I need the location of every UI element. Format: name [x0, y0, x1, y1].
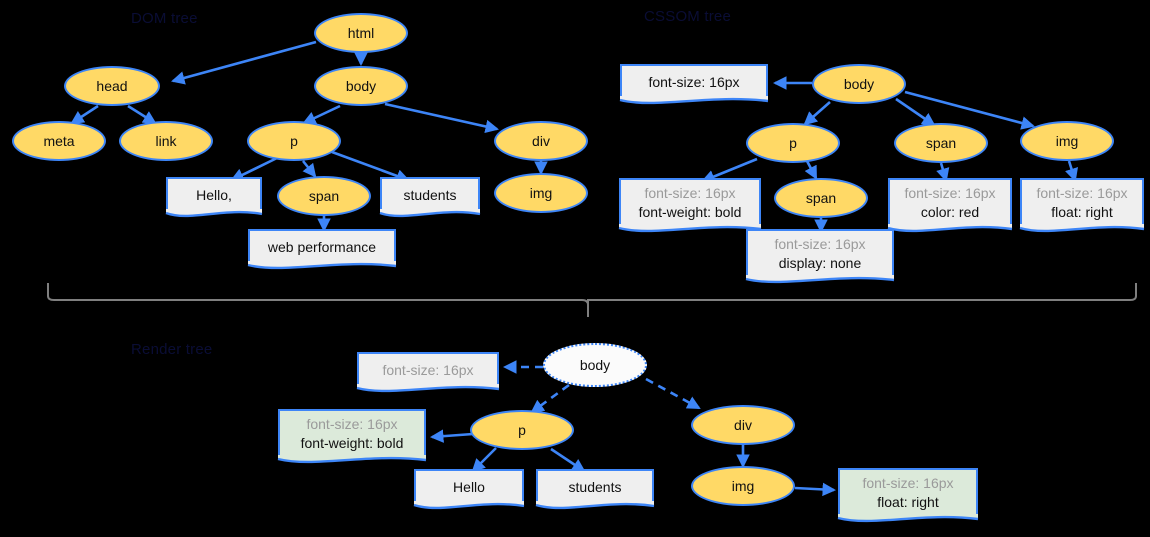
- render-text-students: students: [536, 469, 654, 503]
- dom-text-web-performance: web performance: [248, 229, 396, 263]
- cssom-node-body[interactable]: body: [812, 64, 906, 104]
- wave-edge: [278, 455, 426, 470]
- edge-rp-hello: [471, 447, 497, 473]
- render-node-body[interactable]: body: [543, 343, 647, 387]
- cssom-rule-body-line-1: font-size: 16px: [648, 73, 740, 90]
- section-title-render: Render tree: [131, 341, 213, 358]
- edge-head-link: [127, 104, 157, 125]
- cssom-node-img[interactable]: img: [1020, 121, 1114, 161]
- wave-edge: [838, 514, 978, 529]
- wave-edge: [380, 209, 480, 224]
- edge-body-p: [302, 104, 341, 125]
- dom-text-hello-label: Hello,: [196, 187, 232, 203]
- cssom-rule-span: font-size: 16px color: red: [888, 178, 1012, 226]
- wave-edge: [746, 275, 894, 290]
- render-rule-p-line-1: font-size: 16px: [306, 416, 398, 433]
- dom-node-div[interactable]: div: [494, 121, 588, 161]
- dom-node-body[interactable]: body: [314, 66, 408, 106]
- grouping-bracket: [47, 283, 1137, 317]
- wave-edge: [414, 501, 524, 516]
- cssom-node-p[interactable]: p: [746, 123, 840, 163]
- dom-node-head[interactable]: head: [64, 66, 160, 106]
- dom-text-hello: Hello,: [166, 177, 262, 211]
- dom-node-img[interactable]: img: [494, 173, 588, 213]
- edge-rp-students: [550, 447, 586, 473]
- render-rule-body: font-size: 16px: [357, 352, 499, 386]
- render-rule-img-line-2: float: right: [877, 494, 939, 510]
- edge-body-div: [384, 102, 499, 134]
- render-node-div[interactable]: div: [691, 405, 795, 445]
- edge-cbody-img: [904, 90, 1035, 130]
- edge-p-students: [331, 150, 410, 183]
- dom-node-link[interactable]: link: [119, 121, 213, 161]
- wave-edge: [1020, 224, 1144, 239]
- cssom-rule-span-inner-line-1: font-size: 16px: [774, 236, 866, 253]
- edge-rimg-rule: [794, 482, 837, 497]
- edge-layer: [47, 40, 1137, 497]
- render-text-hello: Hello: [414, 469, 524, 503]
- cssom-rule-img-line-1: font-size: 16px: [1036, 185, 1128, 202]
- edge-rbody-div-dashed: [645, 377, 701, 410]
- cssom-rule-span-inner-line-2: display: none: [778, 255, 862, 271]
- cssom-rule-span-line-2: color: red: [920, 204, 980, 220]
- cssom-node-span-inner[interactable]: span: [774, 178, 868, 218]
- render-rule-body-line-1: font-size: 16px: [382, 361, 474, 378]
- cssom-rule-span-line-1: font-size: 16px: [904, 185, 996, 202]
- render-node-img[interactable]: img: [691, 466, 795, 506]
- cssom-rule-p: font-size: 16px font-weight: bold: [619, 178, 761, 226]
- dom-node-p[interactable]: p: [247, 121, 341, 161]
- render-text-students-label: students: [568, 479, 622, 495]
- edge-cp-span: [804, 160, 818, 180]
- render-rule-p: font-size: 16px font-weight: bold: [278, 409, 426, 457]
- edge-head-meta: [70, 104, 99, 125]
- wave-edge: [620, 96, 768, 111]
- edge-p-span: [301, 160, 317, 178]
- edge-cbody-p: [803, 101, 831, 126]
- cssom-node-span[interactable]: span: [894, 123, 988, 163]
- cssom-rule-p-line-2: font-weight: bold: [638, 204, 742, 220]
- render-rule-img-line-1: font-size: 16px: [862, 475, 954, 492]
- edge-cbody-span: [895, 97, 936, 127]
- wave-edge: [357, 384, 499, 399]
- wave-edge: [619, 224, 761, 239]
- render-node-p[interactable]: p: [470, 410, 574, 450]
- section-title-dom: DOM tree: [131, 10, 198, 27]
- wave-edge: [888, 224, 1012, 239]
- edge-rbody-p-dashed: [530, 383, 570, 414]
- dom-text-web-performance-label: web performance: [267, 239, 377, 255]
- dom-node-meta[interactable]: meta: [12, 121, 106, 161]
- wave-edge: [248, 261, 396, 276]
- wave-edge: [536, 501, 654, 516]
- render-text-hello-label: Hello: [453, 479, 485, 495]
- edge-html-head: [171, 40, 317, 85]
- render-rule-p-line-2: font-weight: bold: [300, 435, 404, 451]
- dom-node-span[interactable]: span: [277, 176, 371, 216]
- dom-node-html[interactable]: html: [314, 13, 408, 53]
- section-title-cssom: CSSOM tree: [644, 8, 732, 25]
- dom-text-students-label: students: [403, 187, 457, 203]
- cssom-rule-p-line-1: font-size: 16px: [644, 185, 736, 202]
- diagram-canvas: DOM tree CSSOM tree Render tree html hea…: [0, 0, 1150, 537]
- cssom-rule-img: font-size: 16px float: right: [1020, 178, 1144, 226]
- render-rule-img: font-size: 16px float: right: [838, 468, 978, 516]
- cssom-rule-body: font-size: 16px: [620, 64, 768, 98]
- cssom-rule-img-line-2: float: right: [1051, 204, 1113, 220]
- edge-rp-rule: [429, 429, 474, 443]
- cssom-rule-span-inner: font-size: 16px display: none: [746, 229, 894, 277]
- dom-text-students: students: [380, 177, 480, 211]
- wave-edge: [166, 209, 262, 224]
